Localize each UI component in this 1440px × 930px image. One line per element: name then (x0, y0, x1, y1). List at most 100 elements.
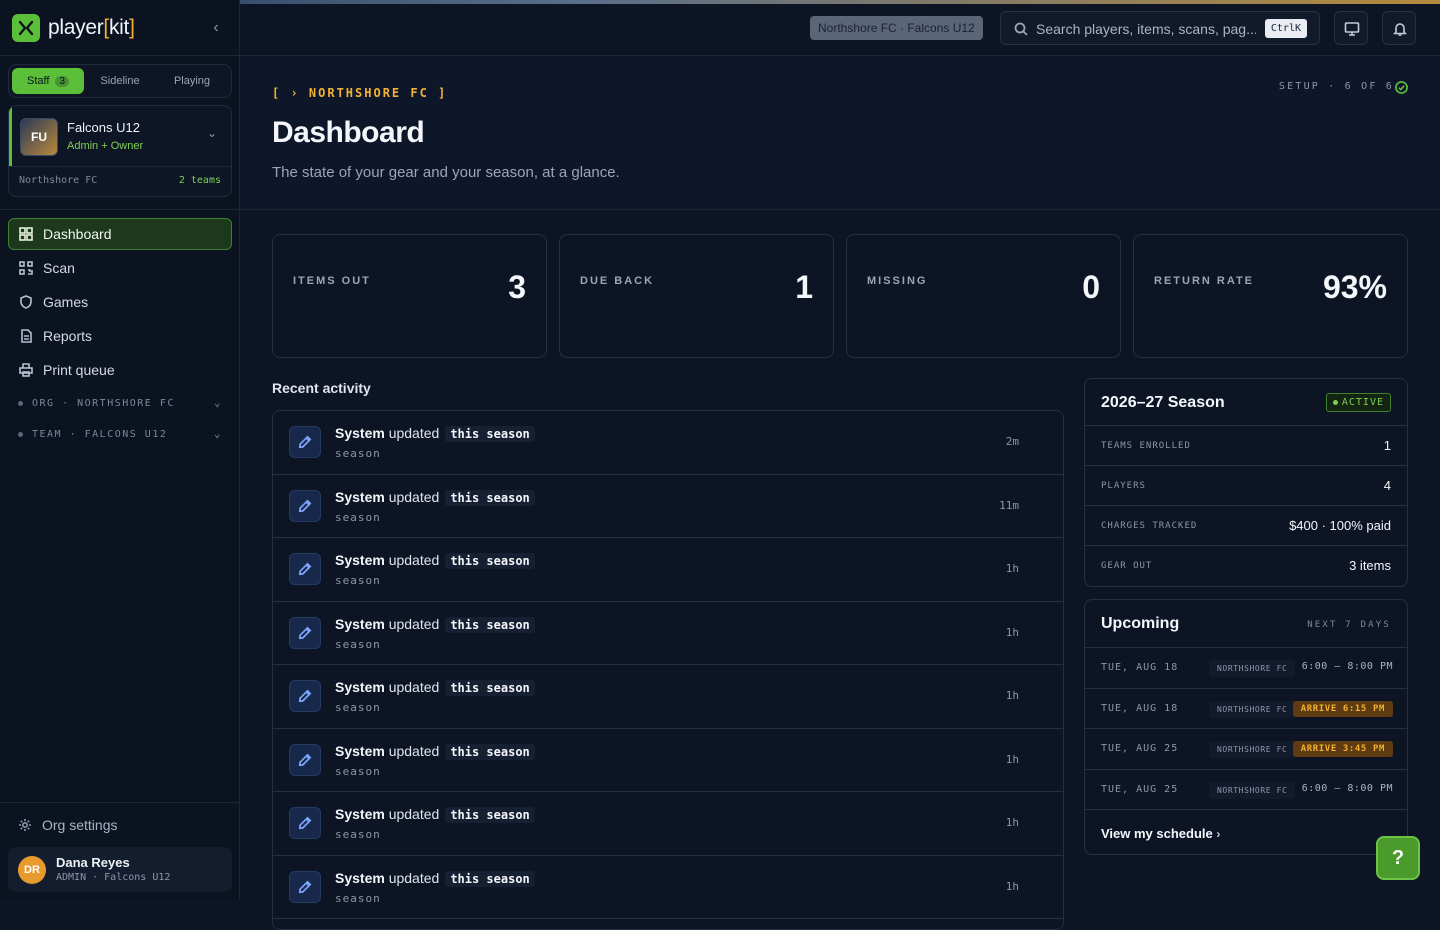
event-row[interactable]: TUE, AUG 25 NORTHSHORE FC 6:00 – 8:00 PM (1085, 770, 1407, 810)
season-stat-row: GEAR OUT 3 items (1085, 546, 1407, 586)
page-header: [ › NORTHSHORE FC ] Dashboard The state … (240, 56, 1440, 210)
activity-row[interactable]: System updated this season season 1h (273, 792, 1063, 856)
event-org-badge: NORTHSHORE FC (1209, 781, 1296, 799)
upcoming-title: Upcoming (1101, 615, 1180, 632)
activity-target[interactable]: this season (445, 807, 535, 823)
mode-staff[interactable]: Staff 3 (12, 68, 84, 94)
activity-type: season (335, 447, 381, 460)
recent-activity-title: Recent activity (272, 380, 371, 396)
brand-name: player[kit] (48, 16, 135, 39)
stat-label: MISSING (867, 275, 928, 287)
mode-playing[interactable]: Playing (156, 68, 228, 94)
mode-sideline[interactable]: Sideline (84, 68, 156, 94)
team-switcher[interactable]: FU Falcons U12 Admin + Owner ⌄ Northshor… (8, 105, 232, 197)
activity-verb: updated (388, 742, 440, 759)
team-avatar: FU (20, 118, 58, 156)
breadcrumb[interactable]: [ › NORTHSHORE FC ] (272, 86, 447, 100)
season-stat-row: CHARGES TRACKED $400 · 100% paid (1085, 506, 1407, 546)
season-stat-label: CHARGES TRACKED (1101, 521, 1198, 531)
event-row[interactable]: TUE, AUG 25 NORTHSHORE FC ARRIVE 3:45 PM (1085, 729, 1407, 770)
event-row[interactable]: TUE, AUG 18 NORTHSHORE FC 6:00 – 8:00 PM (1085, 648, 1407, 689)
activity-row[interactable]: System updated this season season 11m (273, 475, 1063, 538)
check-circle-icon (1395, 81, 1408, 94)
stat-label: RETURN RATE (1154, 275, 1255, 287)
document-icon (21, 329, 32, 343)
nav-print-queue[interactable]: Print queue (8, 354, 232, 386)
activity-target[interactable]: this season (445, 489, 535, 506)
brand[interactable]: player[kit] (12, 14, 135, 42)
activity-list: System updated this season season 2m System … (272, 410, 1064, 930)
activity-target[interactable]: this season (445, 426, 535, 442)
view-schedule-link[interactable]: View my schedule › (1101, 826, 1220, 841)
activity-verb: updated (388, 615, 440, 632)
season-card: 2026–27 Season ACTIVE TEAMS ENROLLED 1 PLA… (1084, 378, 1408, 587)
activity-row[interactable]: System updated this season season 1h (273, 602, 1063, 665)
activity-verb: updated (388, 679, 440, 695)
stat-due-back[interactable]: DUE BACK 1 (559, 234, 834, 358)
activity-type: season (335, 828, 381, 841)
nav-reports[interactable]: Reports (8, 320, 232, 352)
context-badge[interactable]: Northshore FC · Falcons U12 (810, 16, 983, 40)
season-stat-value: 1 (1383, 438, 1391, 453)
stat-items-out[interactable]: ITEMS OUT 3 (272, 234, 547, 358)
activity-target[interactable]: this season (445, 870, 535, 887)
season-stat-value: 3 items (1349, 558, 1391, 573)
activity-time: 1h (1005, 625, 1019, 639)
nav-group-team[interactable]: TEAM · FALCONS U12 ⌄ (8, 419, 232, 450)
nav-dashboard[interactable]: Dashboard (8, 218, 232, 250)
chevron-down-icon: ⌄ (213, 396, 222, 409)
activity-target[interactable]: this season (445, 680, 535, 696)
nav-scan[interactable]: Scan (8, 252, 232, 284)
season-stat-label: GEAR OUT (1101, 561, 1153, 571)
activity-row[interactable]: System updated this season season 1h (273, 665, 1063, 729)
edit-icon (289, 743, 321, 776)
qr-icon (19, 261, 33, 275)
collapse-sidebar-icon[interactable]: ‹ (206, 18, 226, 38)
nav-games[interactable]: Games (8, 286, 232, 318)
activity-target[interactable]: this season (445, 553, 535, 569)
search-icon (1014, 22, 1028, 36)
stat-missing[interactable]: MISSING 0 (846, 234, 1121, 358)
arrive-badge: ARRIVE 3:45 PM (1292, 741, 1393, 757)
season-stat-row: PLAYERS 4 (1085, 466, 1407, 506)
edit-icon (289, 870, 321, 903)
activity-type: season (335, 637, 381, 651)
season-stat-row: TEAMS ENROLLED 1 (1085, 426, 1407, 466)
user-menu[interactable]: DR Dana Reyes ADMIN · Falcons U12 (8, 847, 232, 892)
activity-target[interactable]: this season (445, 616, 535, 633)
search-placeholder: Search players, items, scans, pag... (1036, 21, 1256, 37)
stat-return-rate[interactable]: RETURN RATE 93% (1133, 234, 1408, 358)
staff-count-badge: 3 (55, 75, 69, 87)
nav-group-org[interactable]: ORG · NORTHSHORE FC ⌄ (8, 388, 232, 419)
divider (0, 802, 240, 803)
activity-row[interactable]: System updated this season season 1h (273, 538, 1063, 602)
season-title: 2026–27 Season (1101, 394, 1225, 411)
season-stat-label: TEAMS ENROLLED (1101, 441, 1191, 451)
help-button[interactable]: ? (1376, 836, 1420, 880)
monitor-icon (1344, 22, 1360, 36)
edit-icon (289, 616, 321, 649)
team-count: 2 teams (178, 175, 221, 186)
edit-icon (289, 426, 321, 458)
event-date: TUE, AUG 25 (1101, 743, 1179, 754)
activity-row[interactable]: System updated this season season 2m (273, 411, 1063, 475)
activity-actor: System (335, 615, 385, 632)
event-date: TUE, AUG 18 (1101, 702, 1179, 714)
activity-row[interactable]: System updated this season season 1h (273, 856, 1063, 919)
event-org-badge: NORTHSHORE FC (1209, 660, 1296, 677)
event-row[interactable]: TUE, AUG 18 NORTHSHORE FC ARRIVE 6:15 PM (1085, 689, 1407, 729)
display-button[interactable] (1334, 11, 1368, 45)
event-time: 6:00 – 8:00 PM (1301, 782, 1393, 794)
search-input[interactable]: Search players, items, scans, pag... Ctr… (1000, 11, 1320, 45)
event-date: TUE, AUG 25 (1101, 783, 1179, 795)
season-stat-value: 4 (1383, 478, 1391, 493)
arrive-badge: ARRIVE 6:15 PM (1292, 700, 1393, 717)
setup-progress[interactable]: SETUP · 6 OF 6 (1279, 81, 1394, 92)
divider (0, 209, 240, 210)
notifications-button[interactable] (1382, 11, 1416, 45)
activity-time: 1h (1005, 562, 1019, 575)
activity-actor: System (335, 488, 385, 505)
activity-target[interactable]: this season (445, 743, 535, 760)
org-settings-link[interactable]: Org settings (18, 817, 117, 833)
activity-row[interactable]: System updated this season season 1h (273, 729, 1063, 792)
